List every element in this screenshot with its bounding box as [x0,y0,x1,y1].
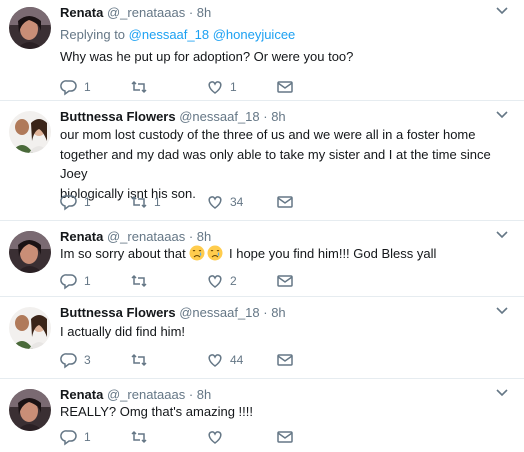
reply-button[interactable]: 1 [60,77,91,97]
dm-button[interactable] [276,427,294,447]
reply-button[interactable]: 1 [60,271,91,291]
author-name[interactable]: Renata [60,387,103,402]
retweet-icon [131,274,147,288]
envelope-icon [277,81,293,93]
tweet-text: REALLY? Omg that's amazing !!!! [60,404,253,419]
crying-face-icon [207,245,223,261]
like-count: 2 [230,274,237,288]
handle-time[interactable]: @nessaaf_18 · 8h [179,109,285,124]
retweet-icon [131,353,147,367]
tweet-actions: 1 2 [60,271,360,291]
reply-icon [60,353,77,369]
divider [0,296,524,297]
like-button[interactable]: 44 [206,350,243,370]
reply-count: 3 [84,353,91,367]
retweet-icon [131,430,147,444]
retweet-button[interactable] [130,427,154,447]
tweet-actions: 1 1 34 [60,192,360,212]
dm-button[interactable] [276,350,294,370]
tweet[interactable]: Buttnessa Flowers @nessaaf_18 · 8h I act… [0,300,524,378]
envelope-icon [277,275,293,287]
avatar[interactable] [9,231,51,273]
tweet[interactable]: Renata @_renataaas · 8h REALLY? Omg that… [0,382,524,452]
tweet-actions: 1 [60,427,360,447]
like-button[interactable]: 2 [206,271,237,291]
tweet-text: I actually did find him! [60,324,186,339]
tweet[interactable]: Renata @_renataaas · 8h Replying to @nes… [0,0,524,100]
reply-button[interactable]: 1 [60,427,91,447]
dm-button[interactable] [276,271,294,291]
avatar[interactable] [9,307,51,349]
divider [0,220,524,221]
avatar[interactable] [9,111,51,153]
chevron-down-icon[interactable] [496,230,508,240]
crying-face-icon [189,245,205,261]
handle-time[interactable]: @_renataaas · 8h [107,229,211,244]
reply-count: 1 [84,80,91,94]
heart-icon [208,81,222,94]
like-count: 34 [230,195,244,209]
replying-to-handles[interactable]: @nessaaf_18 @honeyjuicee [129,27,296,42]
envelope-icon [277,196,293,208]
tweet-header: Renata @_renataaas · 8h [60,4,211,21]
like-button[interactable]: 34 [206,192,243,212]
handle-time[interactable]: @_renataaas · 8h [107,5,211,20]
chevron-down-icon[interactable] [496,306,508,316]
envelope-icon [277,431,293,443]
tweet-actions: 3 44 [60,350,360,370]
dm-button[interactable] [276,192,294,212]
author-name[interactable]: Buttnessa Flowers [60,109,176,124]
retweet-button[interactable]: 1 [130,192,161,212]
chevron-down-icon[interactable] [496,110,508,120]
envelope-icon [277,354,293,366]
reply-count: 1 [84,430,91,444]
tweet-actions: 1 1 [60,77,360,97]
retweet-icon [131,80,147,94]
like-count: 1 [230,80,237,94]
reply-icon [60,195,77,211]
tweet-header: Buttnessa Flowers @nessaaf_18 · 8h [60,108,286,125]
reply-count: 1 [84,195,91,209]
like-button[interactable]: 1 [206,77,237,97]
replying-to: Replying to @nessaaf_18 @honeyjuicee [60,27,296,42]
like-button[interactable] [206,427,230,447]
handle-time[interactable]: @nessaaf_18 · 8h [179,305,285,320]
chevron-down-icon[interactable] [496,6,508,16]
tweet-text: Why was he put up for adoption? Or were … [60,49,354,64]
reply-icon [60,274,77,290]
avatar[interactable] [9,389,51,431]
author-name[interactable]: Renata [60,229,103,244]
divider [0,100,524,101]
heart-icon [208,354,222,367]
tweet-text: Im so sorry about that I hope you find h… [60,245,437,261]
retweet-icon [131,195,147,209]
dm-button[interactable] [276,77,294,97]
chevron-down-icon[interactable] [496,388,508,398]
tweet-header: Buttnessa Flowers @nessaaf_18 · 8h [60,304,286,321]
tweet[interactable]: Buttnessa Flowers @nessaaf_18 · 8h our m… [0,104,524,220]
reply-icon [60,80,77,96]
retweet-button[interactable] [130,271,154,291]
handle-time[interactable]: @_renataaas · 8h [107,387,211,402]
author-name[interactable]: Buttnessa Flowers [60,305,176,320]
retweet-button[interactable] [130,350,154,370]
reply-icon [60,430,77,446]
reply-count: 1 [84,274,91,288]
author-name[interactable]: Renata [60,5,103,20]
divider [0,378,524,379]
tweet-header: Renata @_renataaas · 8h [60,228,211,245]
heart-icon [208,275,222,288]
heart-icon [208,431,222,444]
tweet[interactable]: Renata @_renataaas · 8h Im so sorry abou… [0,224,524,296]
avatar[interactable] [9,7,51,49]
retweet-button[interactable] [130,77,154,97]
reply-button[interactable]: 1 [60,192,91,212]
heart-icon [208,196,222,209]
tweet-header: Renata @_renataaas · 8h [60,386,211,403]
like-count: 44 [230,353,244,367]
reply-button[interactable]: 3 [60,350,91,370]
retweet-count: 1 [154,195,161,209]
